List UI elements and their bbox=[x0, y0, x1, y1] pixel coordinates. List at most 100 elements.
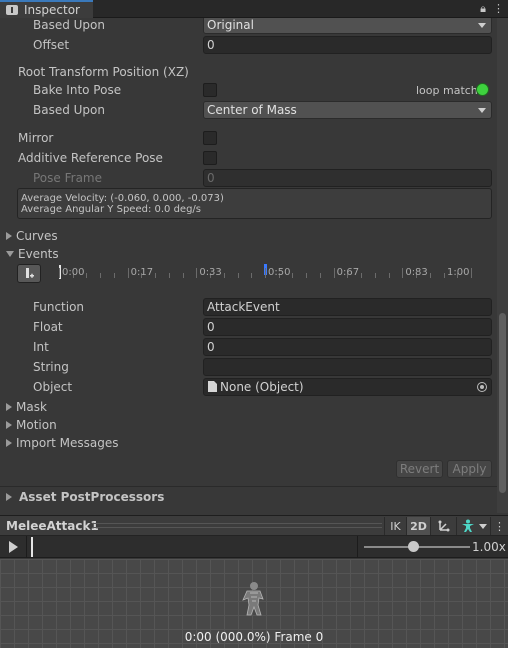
pose-frame-field: 0 bbox=[203, 169, 492, 187]
loop-match-indicator-icon bbox=[476, 83, 489, 96]
function-field[interactable]: AttackEvent bbox=[203, 298, 492, 316]
timeline-tick bbox=[292, 273, 294, 278]
revert-button[interactable]: Revert bbox=[396, 460, 443, 478]
int-label: Int bbox=[33, 340, 49, 354]
play-icon[interactable] bbox=[9, 541, 18, 553]
timeline-tick bbox=[471, 268, 472, 278]
pose-frame-label: Pose Frame bbox=[33, 171, 102, 185]
foldout-arrow-icon bbox=[6, 421, 12, 429]
mirror-label: Mirror bbox=[18, 131, 54, 145]
average-angular-speed-text: Average Angular Y Speed: 0.0 deg/s bbox=[21, 204, 201, 215]
timeline-tick bbox=[155, 273, 157, 278]
timeline-tick bbox=[127, 268, 129, 278]
chevron-down-icon bbox=[478, 23, 486, 28]
based-upon-xz-label: Based Upon bbox=[33, 103, 105, 117]
preview-drag-handle[interactable] bbox=[92, 523, 382, 528]
preview-viewport[interactable]: 0:00 (000.0%) Frame 0 bbox=[0, 559, 508, 648]
tab-inspector[interactable]: Inspector bbox=[0, 0, 93, 18]
timeline-tick bbox=[100, 273, 102, 278]
speed-slider-knob[interactable] bbox=[407, 541, 419, 552]
mask-foldout[interactable]: Mask bbox=[6, 400, 47, 414]
timeline-tick-label: 0:67 bbox=[336, 267, 360, 278]
additive-reference-pose-checkbox[interactable] bbox=[203, 151, 217, 165]
additive-reference-pose-label: Additive Reference Pose bbox=[18, 151, 163, 165]
float-label: Float bbox=[33, 320, 63, 334]
foldout-arrow-icon bbox=[6, 493, 12, 501]
more-menu-icon[interactable]: ⋮ bbox=[493, 2, 504, 16]
asset-postprocessors-label: Asset PostProcessors bbox=[19, 490, 165, 504]
based-upon-xz-value: Center of Mass bbox=[207, 103, 297, 117]
bake-into-pose-checkbox[interactable] bbox=[203, 83, 217, 97]
timeline-tick bbox=[59, 268, 60, 278]
motion-info-box: Average Velocity: (-0.060, 0.000, -0.073… bbox=[17, 188, 492, 219]
inspector-scrollbar[interactable] bbox=[497, 18, 508, 513]
foldout-arrow-down-icon bbox=[6, 251, 14, 257]
event-timeline[interactable]: 0:00 0:17 0:33 0:50 0:67 0:83 1:00 bbox=[47, 263, 492, 283]
timeline-tick-label: 0:17 bbox=[130, 267, 154, 278]
offset-field[interactable]: 0 bbox=[203, 36, 492, 54]
timeline-tick bbox=[429, 273, 431, 278]
timeline-tick bbox=[265, 268, 266, 278]
lock-icon[interactable]: 🔒︎ bbox=[480, 2, 486, 16]
timeline-tick-label: 1:00 bbox=[447, 267, 470, 278]
2d-toggle[interactable]: 2D bbox=[406, 517, 430, 535]
timeline-tick bbox=[86, 273, 88, 278]
asset-postprocessors-foldout[interactable]: Asset PostProcessors bbox=[6, 490, 164, 504]
apply-button[interactable]: Apply bbox=[447, 460, 492, 478]
object-value: None (Object) bbox=[220, 380, 304, 394]
info-icon bbox=[6, 5, 18, 15]
mirror-checkbox[interactable] bbox=[203, 131, 217, 145]
offset-label: Offset bbox=[33, 38, 70, 52]
timeline-tick bbox=[333, 268, 335, 278]
timeline-tick bbox=[402, 268, 404, 278]
foldout-arrow-icon bbox=[6, 403, 12, 411]
timeline-tick-label: 0:83 bbox=[405, 267, 428, 278]
tab-bar: Inspector 🔒︎ ⋮ bbox=[0, 0, 508, 18]
character-model bbox=[242, 582, 264, 616]
events-foldout[interactable]: Events bbox=[6, 247, 59, 261]
float-field[interactable]: 0 bbox=[203, 318, 492, 336]
scrollbar-thumb[interactable] bbox=[499, 313, 506, 493]
timeline-tick bbox=[113, 273, 115, 278]
add-event-button[interactable] bbox=[17, 264, 41, 283]
root-transform-xz-heading: Root Transform Position (XZ) bbox=[18, 65, 189, 79]
pivot-toggle[interactable] bbox=[430, 517, 456, 535]
timeline-tick bbox=[223, 273, 225, 278]
curves-foldout[interactable]: Curves bbox=[6, 229, 58, 243]
playback-bar: 1.00x bbox=[0, 536, 508, 558]
chevron-down-icon bbox=[478, 108, 486, 113]
playhead[interactable] bbox=[31, 537, 33, 557]
avatar-icon bbox=[461, 519, 474, 532]
based-upon-xz-dropdown[interactable]: Center of Mass bbox=[203, 101, 492, 119]
document-icon bbox=[208, 381, 217, 392]
timeline-tick-label: 0:50 bbox=[268, 267, 291, 278]
motion-foldout[interactable]: Motion bbox=[6, 418, 57, 432]
chevron-down-icon bbox=[478, 523, 487, 529]
timeline-tick bbox=[182, 273, 184, 278]
int-field[interactable]: 0 bbox=[203, 338, 492, 356]
inspector-content: Based Upon Original Offset 0 Root Transf… bbox=[0, 18, 497, 513]
timeline-tick bbox=[361, 273, 363, 278]
divider bbox=[0, 486, 497, 487]
scrub-timeline[interactable] bbox=[26, 536, 358, 558]
object-picker-icon[interactable] bbox=[477, 382, 487, 392]
foldout-arrow-icon bbox=[6, 232, 12, 240]
import-messages-foldout[interactable]: Import Messages bbox=[6, 436, 119, 450]
timeline-tick bbox=[251, 273, 253, 278]
ik-toggle[interactable]: IK bbox=[384, 517, 406, 535]
timeline-tick bbox=[388, 273, 390, 278]
function-label: Function bbox=[33, 300, 85, 314]
timeline-tick bbox=[306, 273, 308, 278]
based-upon-top-dropdown[interactable]: Original bbox=[203, 18, 492, 34]
avatar-dropdown[interactable] bbox=[456, 517, 490, 535]
preview-menu-icon[interactable]: ⋮ bbox=[490, 517, 508, 535]
speed-value: 1.00x bbox=[472, 540, 506, 554]
timeline-tick bbox=[237, 273, 239, 278]
add-event-icon bbox=[26, 268, 34, 278]
events-label: Events bbox=[18, 247, 59, 261]
string-field[interactable] bbox=[203, 358, 492, 376]
string-label: String bbox=[33, 360, 69, 374]
timeline-tick bbox=[196, 268, 198, 278]
import-messages-label: Import Messages bbox=[16, 436, 119, 450]
object-field[interactable]: None (Object) bbox=[203, 378, 492, 396]
